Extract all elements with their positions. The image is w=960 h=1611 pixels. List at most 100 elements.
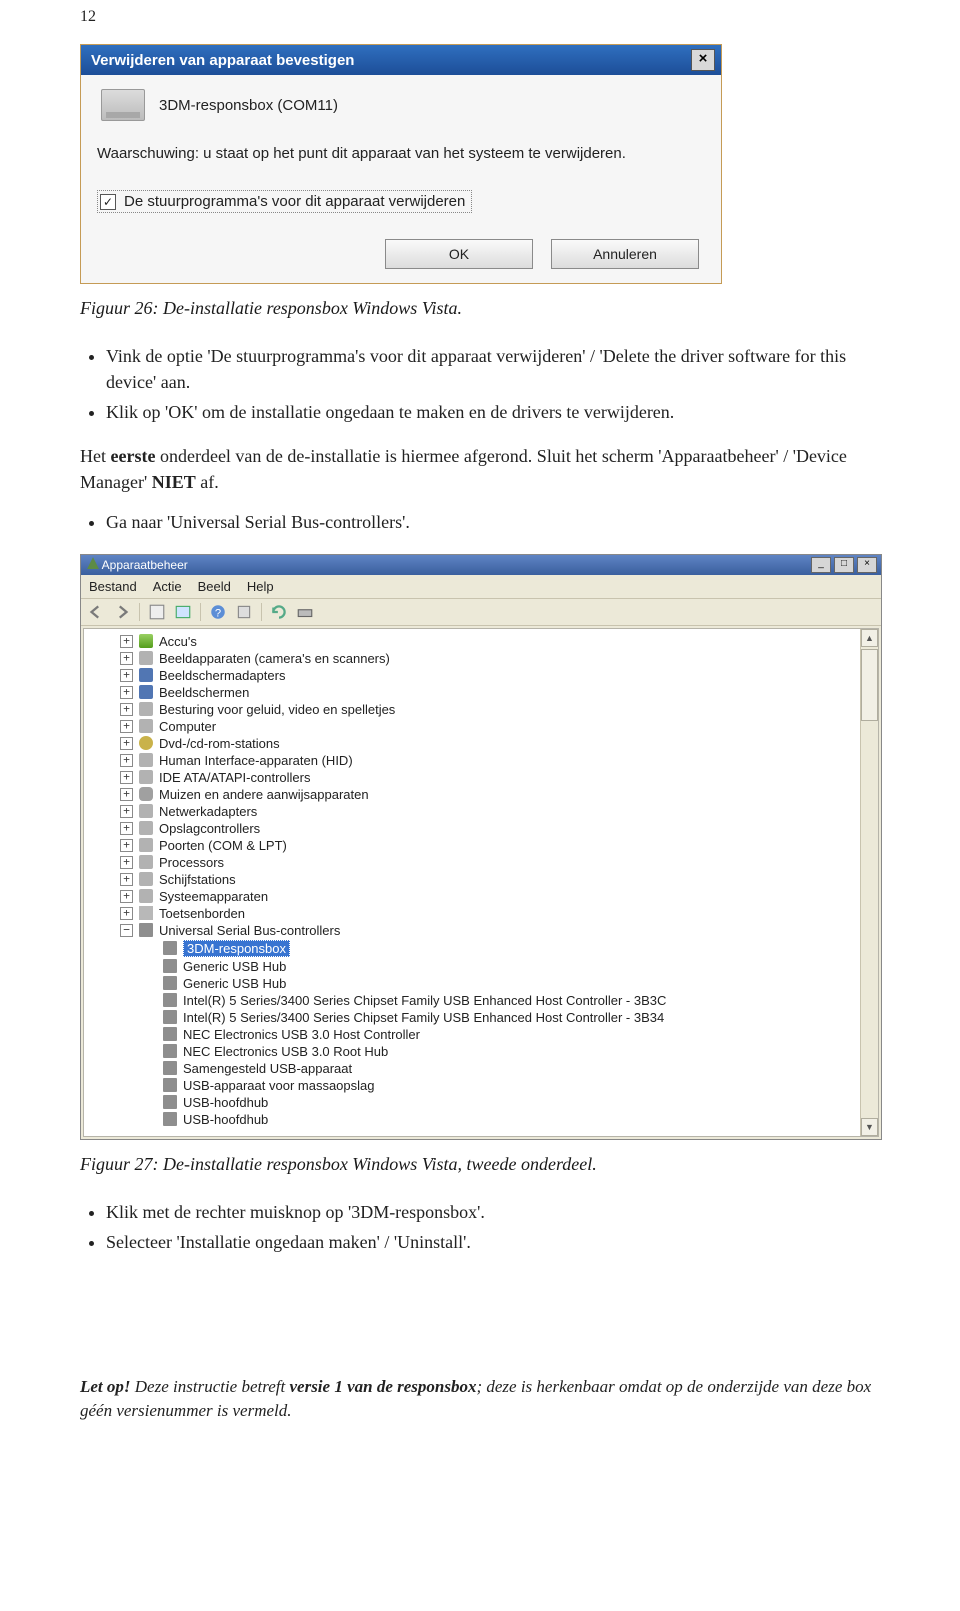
node-label: USB-hoofdhub	[183, 1095, 268, 1110]
expand-icon[interactable]: +	[120, 635, 133, 648]
tree-node[interactable]: + Beeldschermadapters	[90, 667, 860, 684]
node-label: Beeldschermadapters	[159, 668, 285, 683]
back-icon[interactable]	[87, 603, 105, 621]
toolbar-icon[interactable]	[174, 603, 192, 621]
menu-item[interactable]: Bestand	[89, 579, 137, 594]
node-icon	[139, 804, 153, 818]
menu-item[interactable]: Beeld	[198, 579, 231, 594]
device-icon	[101, 89, 145, 121]
toolbar-icon[interactable]	[148, 603, 166, 621]
tree-node[interactable]: NEC Electronics USB 3.0 Root Hub	[90, 1043, 860, 1060]
expand-icon[interactable]: +	[120, 754, 133, 767]
tree-node[interactable]: +Dvd-/cd-rom-stations	[90, 735, 860, 752]
delete-driver-checkbox[interactable]: ✓ De stuurprogramma's voor dit apparaat …	[97, 190, 472, 213]
tree-node[interactable]: USB-apparaat voor massaopslag	[90, 1077, 860, 1094]
cancel-button[interactable]: Annuleren	[551, 239, 699, 269]
ok-button[interactable]: OK	[385, 239, 533, 269]
tree-node[interactable]: − Universal Serial Bus-controllers	[90, 922, 860, 939]
expand-icon[interactable]: +	[120, 669, 133, 682]
expand-icon[interactable]: +	[120, 890, 133, 903]
tree-node[interactable]: +Poorten (COM & LPT)	[90, 837, 860, 854]
tree-node[interactable]: Generic USB Hub	[90, 958, 860, 975]
node-icon	[139, 906, 153, 920]
node-label: Accu's	[159, 634, 197, 649]
tree-node[interactable]: + Beeldapparaten (camera's en scanners)	[90, 650, 860, 667]
expand-icon[interactable]: +	[120, 771, 133, 784]
refresh-icon[interactable]	[270, 603, 288, 621]
expand-icon[interactable]: −	[120, 924, 133, 937]
tree-node[interactable]: Generic USB Hub	[90, 975, 860, 992]
tree-node[interactable]: Intel(R) 5 Series/3400 Series Chipset Fa…	[90, 992, 860, 1009]
menu-item[interactable]: Help	[247, 579, 274, 594]
expand-icon[interactable]: +	[120, 873, 133, 886]
expand-icon[interactable]: +	[120, 737, 133, 750]
device-manager-window: Apparaatbeheer _ □ × Bestand Actie Beeld…	[80, 554, 882, 1140]
node-label: Beeldschermen	[159, 685, 249, 700]
warning-text: Waarschuwing: u staat op het punt dit ap…	[97, 143, 705, 164]
list-item: Klik op 'OK' om de installatie ongedaan …	[106, 399, 880, 425]
tree-node[interactable]: +Processors	[90, 854, 860, 871]
tree-node[interactable]: USB-hoofdhub	[90, 1094, 860, 1111]
close-icon[interactable]: ×	[691, 49, 715, 71]
expand-icon[interactable]: +	[120, 839, 133, 852]
dialog-titlebar: Verwijderen van apparaat bevestigen ×	[81, 45, 721, 75]
close-icon[interactable]: ×	[857, 557, 877, 573]
expand-icon[interactable]: +	[120, 805, 133, 818]
expand-icon[interactable]: +	[120, 686, 133, 699]
text-bold: Let op!	[80, 1377, 131, 1396]
node-label: Beeldapparaten (camera's en scanners)	[159, 651, 390, 666]
node-icon	[139, 634, 153, 648]
scroll-up-icon[interactable]: ▲	[861, 629, 878, 647]
node-icon	[139, 668, 153, 682]
help-icon[interactable]: ?	[209, 603, 227, 621]
text-bold: eerste	[111, 446, 156, 466]
scroll-down-icon[interactable]: ▼	[861, 1118, 878, 1136]
node-icon	[139, 787, 153, 801]
node-icon	[139, 923, 153, 937]
node-label: Besturing voor geluid, video en spelletj…	[159, 702, 395, 717]
tree-node[interactable]: +Toetsenborden	[90, 905, 860, 922]
device-tree[interactable]: + Accu's + Beeldapparaten (camera's en scan…	[84, 629, 860, 1136]
expand-icon[interactable]: +	[120, 788, 133, 801]
node-label: USB-apparaat voor massaopslag	[183, 1078, 375, 1093]
tree-node[interactable]: +Netwerkadapters	[90, 803, 860, 820]
tree-node[interactable]: Samengesteld USB-apparaat	[90, 1060, 860, 1077]
tree-node[interactable]: +Schijfstations	[90, 871, 860, 888]
tree-node[interactable]: + Besturing voor geluid, video en spellet…	[90, 701, 860, 718]
minimize-icon[interactable]: _	[811, 557, 831, 573]
tree-node[interactable]: + Beeldschermen	[90, 684, 860, 701]
node-label: Universal Serial Bus-controllers	[159, 923, 340, 938]
scrollbar[interactable]: ▲ ▼	[860, 629, 878, 1136]
expand-icon[interactable]: +	[120, 907, 133, 920]
node-icon	[139, 753, 153, 767]
toolbar-icon[interactable]	[235, 603, 253, 621]
tree-node[interactable]: +Human Interface-apparaten (HID)	[90, 752, 860, 769]
node-icon	[163, 1027, 177, 1041]
expand-icon[interactable]: +	[120, 856, 133, 869]
node-label: NEC Electronics USB 3.0 Host Controller	[183, 1027, 420, 1042]
tree-node[interactable]: + Accu's	[90, 633, 860, 650]
menu-item[interactable]: Actie	[153, 579, 182, 594]
tree-node[interactable]: + Opslagcontrollers	[90, 820, 860, 837]
scroll-thumb[interactable]	[861, 649, 878, 721]
expand-icon[interactable]: +	[120, 652, 133, 665]
node-label: Opslagcontrollers	[159, 821, 260, 836]
tree-node[interactable]: +Systeemapparaten	[90, 888, 860, 905]
tree-node[interactable]: 3DM-responsbox	[90, 939, 860, 958]
app-icon	[87, 557, 99, 569]
tree-node[interactable]: +Computer	[90, 718, 860, 735]
expand-icon[interactable]: +	[120, 703, 133, 716]
tree-node[interactable]: NEC Electronics USB 3.0 Host Controller	[90, 1026, 860, 1043]
forward-icon[interactable]	[113, 603, 131, 621]
maximize-icon[interactable]: □	[834, 557, 854, 573]
expand-icon[interactable]: +	[120, 720, 133, 733]
node-icon	[139, 719, 153, 733]
node-label: Samengesteld USB-apparaat	[183, 1061, 352, 1076]
tree-node[interactable]: Intel(R) 5 Series/3400 Series Chipset Fa…	[90, 1009, 860, 1026]
tree-node[interactable]: +IDE ATA/ATAPI-controllers	[90, 769, 860, 786]
toolbar-icon[interactable]	[296, 603, 314, 621]
tree-node[interactable]: USB-hoofdhub	[90, 1111, 860, 1128]
list-item: Klik met de rechter muisknop op '3DM-res…	[106, 1199, 880, 1225]
tree-node[interactable]: +Muizen en andere aanwijsapparaten	[90, 786, 860, 803]
expand-icon[interactable]: +	[120, 822, 133, 835]
